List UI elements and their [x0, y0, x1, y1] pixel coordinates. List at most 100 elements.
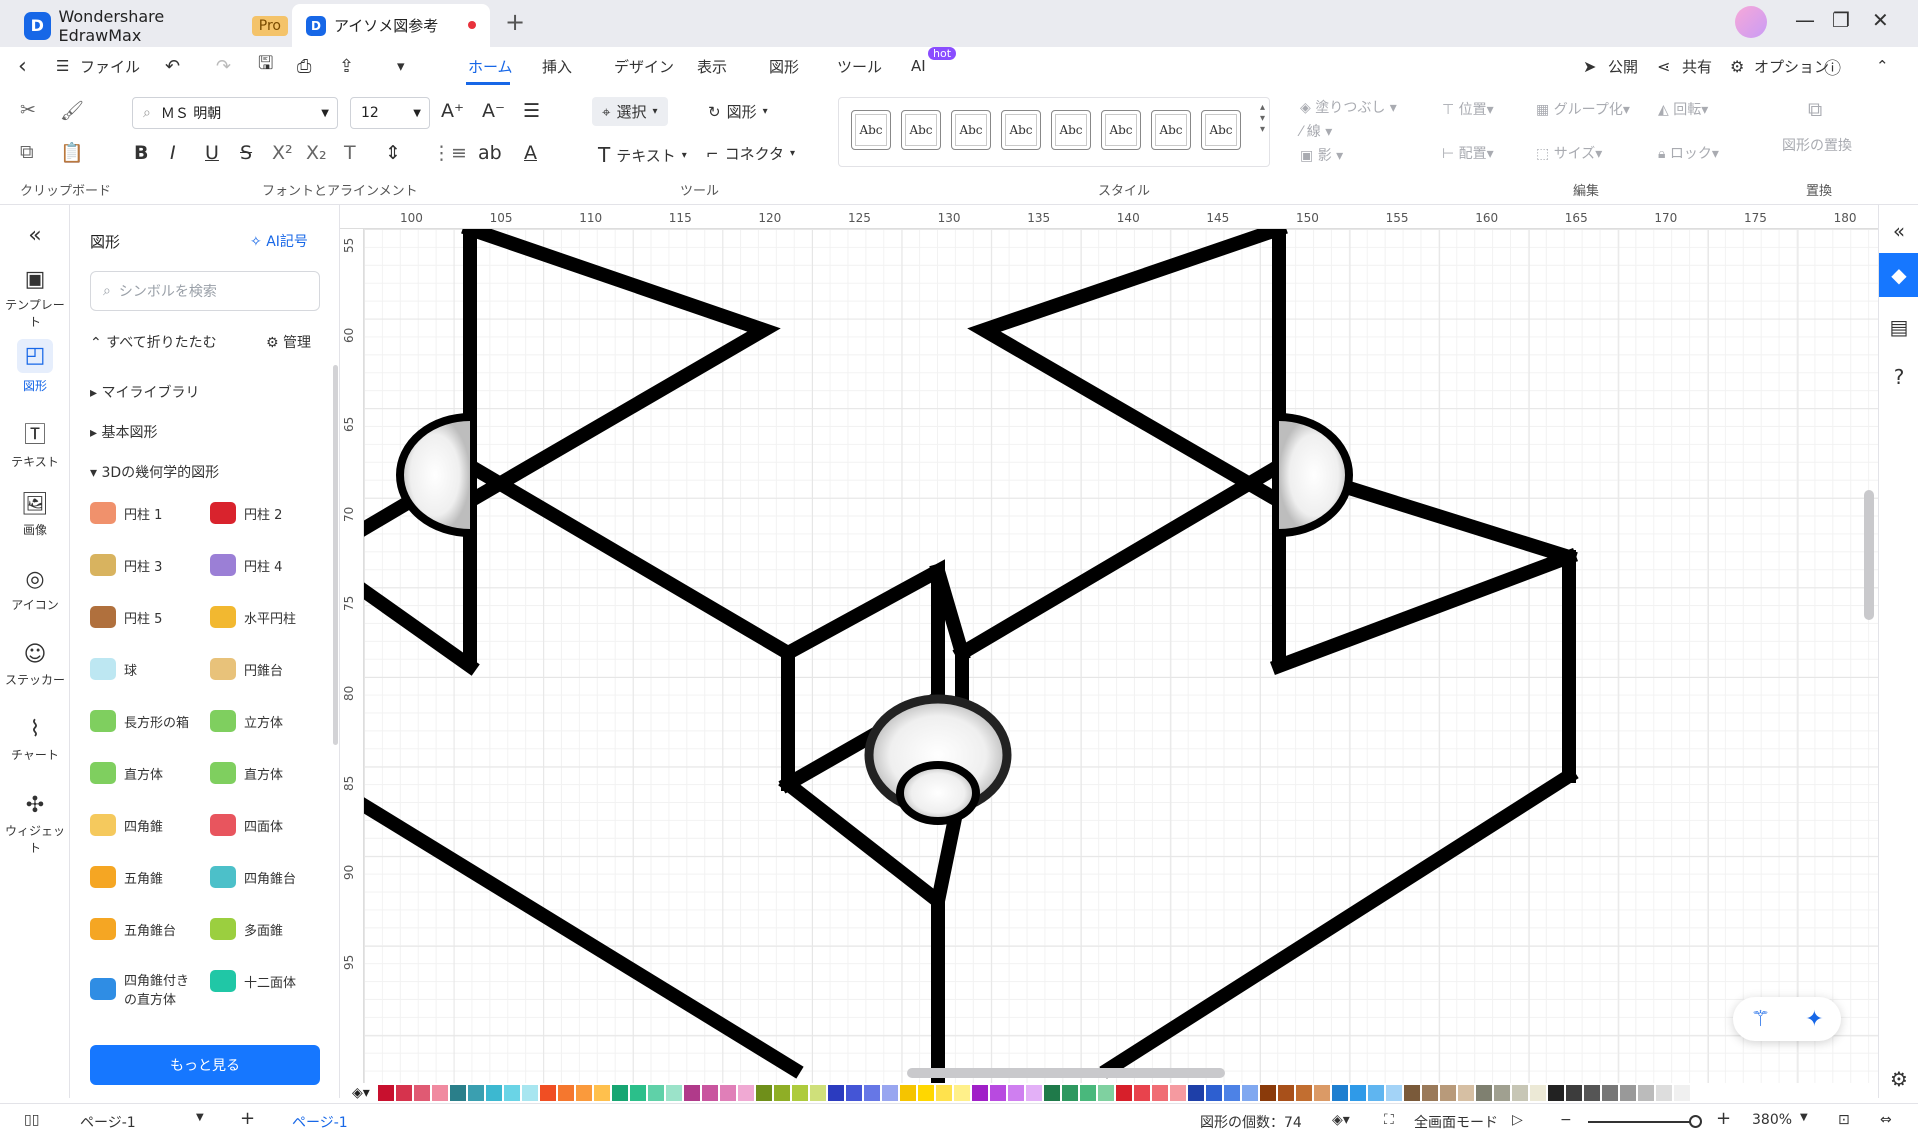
palette-swatch[interactable] [1421, 1085, 1438, 1101]
options-icon[interactable]: ⚙ [1730, 57, 1744, 76]
palette-swatch[interactable] [953, 1085, 970, 1101]
panel-scrollbar[interactable] [333, 365, 338, 745]
settings-icon[interactable]: ⚙ [1879, 1067, 1918, 1091]
zoom-in-icon[interactable]: + [1716, 1108, 1731, 1129]
palette-swatch[interactable] [683, 1085, 700, 1101]
help-panel-icon[interactable]: ? [1879, 365, 1918, 389]
shape-item[interactable]: 長方形の箱 [90, 710, 189, 732]
palette-swatch[interactable] [431, 1085, 448, 1101]
palette-swatch[interactable] [1223, 1085, 1240, 1101]
palette-swatch[interactable] [809, 1085, 826, 1101]
palette-swatch[interactable] [503, 1085, 520, 1101]
shape-item[interactable]: 球 [90, 658, 137, 680]
palette-swatch[interactable] [521, 1085, 538, 1101]
palette-swatch[interactable] [899, 1085, 916, 1101]
vertical-scrollbar[interactable] [1864, 490, 1874, 620]
shape-button[interactable]: ↻ 図形 ▾ [708, 101, 768, 122]
palette-swatch[interactable] [575, 1085, 592, 1101]
layers-icon[interactable]: ◈▾ [1332, 1112, 1350, 1128]
collapse-ribbon-icon[interactable]: ⌃ [1876, 57, 1889, 75]
palette-swatch[interactable] [665, 1085, 682, 1101]
palette-swatch[interactable] [395, 1085, 412, 1101]
palette-swatch[interactable] [557, 1085, 574, 1101]
share-icon[interactable]: ⋖ [1657, 57, 1670, 76]
document-tab[interactable]: D アイソメ図参考 [292, 4, 490, 47]
palette-swatch[interactable] [611, 1085, 628, 1101]
sidebar-item-text[interactable]: 🅃 テキスト [0, 417, 70, 470]
ai-sparkle-icon[interactable]: ✦ [1805, 1007, 1823, 1032]
font-color-icon[interactable]: A [524, 142, 537, 164]
page-tab[interactable]: ページ-1 [292, 1112, 348, 1132]
position-button[interactable]: ⊤ 位置▾ [1442, 99, 1494, 119]
sidebar-item-template[interactable]: ▣ テンプレート [0, 267, 70, 330]
palette-swatch[interactable] [917, 1085, 934, 1101]
palette-swatch[interactable] [539, 1085, 556, 1101]
palette-swatch[interactable] [1475, 1085, 1492, 1101]
add-page-icon[interactable]: + [240, 1108, 255, 1129]
shape-item[interactable]: 水平円柱 [210, 606, 296, 628]
italic-icon[interactable]: I [170, 142, 176, 164]
group-button[interactable]: ▦ グループ化▾ [1536, 99, 1630, 119]
increase-font-icon[interactable]: A⁺ [441, 100, 464, 122]
palette-swatch[interactable] [485, 1085, 502, 1101]
manage-button[interactable]: ⚙ 管理 [266, 332, 311, 352]
magic-wand-icon[interactable]: ⚚ [1750, 1007, 1770, 1032]
format-panel-icon[interactable]: ◆ [1879, 253, 1918, 297]
hamburger-icon[interactable]: ☰ [56, 57, 69, 75]
collapse-sidebar-icon[interactable]: « [0, 223, 70, 248]
sidebar-item-chart[interactable]: ⌇ チャート [0, 717, 70, 763]
tab-design[interactable]: デザイン [614, 56, 674, 77]
subscript-icon[interactable]: X₂ [306, 142, 327, 164]
zoom-out-icon[interactable]: − [1560, 1112, 1572, 1128]
palette-swatch[interactable] [1457, 1085, 1474, 1101]
palette-swatch[interactable] [863, 1085, 880, 1101]
bullet-list-icon[interactable]: ⋮≡ [432, 142, 467, 164]
palette-swatch[interactable] [1637, 1085, 1654, 1101]
style-preset-2[interactable]: Abc [901, 110, 941, 150]
shape-item[interactable]: 五角錐 [90, 866, 163, 888]
palette-swatch[interactable] [791, 1085, 808, 1101]
shape-item[interactable]: 円柱 5 [90, 606, 162, 628]
palette-swatch[interactable] [935, 1085, 952, 1101]
close-icon[interactable]: ✕ [1872, 8, 1889, 32]
font-name-select[interactable]: ⌕ ＭＳ 明朝 ▼ [132, 97, 338, 129]
palette-swatch[interactable] [989, 1085, 1006, 1101]
palette-swatch[interactable] [1403, 1085, 1420, 1101]
fullscreen-button[interactable]: 全画面モード [1414, 1112, 1498, 1132]
shape-item[interactable]: 多面錐 [210, 918, 283, 940]
shape-item[interactable]: 四角錐 [90, 814, 163, 836]
align-icon[interactable]: ☰ [523, 100, 540, 122]
chevron-down-icon[interactable]: ▼ [1800, 1112, 1808, 1123]
palette-swatch[interactable] [413, 1085, 430, 1101]
style-preset-3[interactable]: Abc [951, 110, 991, 150]
shape-item[interactable]: 直方体 [90, 762, 163, 784]
options-button[interactable]: オプション [1754, 56, 1829, 77]
minimize-icon[interactable]: — [1795, 8, 1815, 32]
palette-swatch[interactable] [467, 1085, 484, 1101]
palette-swatch[interactable] [1331, 1085, 1348, 1101]
shape-item[interactable]: 立方体 [210, 710, 283, 732]
horizontal-scrollbar[interactable] [907, 1068, 1225, 1078]
arrange-button[interactable]: ⊢ 配置▾ [1442, 143, 1494, 163]
new-tab-icon[interactable]: + [505, 8, 525, 36]
text-style-icon[interactable]: T [344, 142, 356, 164]
palette-swatch[interactable] [1619, 1085, 1636, 1101]
style-preset-7[interactable]: Abc [1151, 110, 1191, 150]
tab-ai[interactable]: AI [911, 57, 926, 75]
print-icon[interactable]: ⎙ [297, 56, 311, 77]
style-preset-1[interactable]: Abc [851, 110, 891, 150]
more-icon[interactable]: ▾ [397, 57, 405, 75]
undo-icon[interactable]: ↶ [165, 56, 180, 77]
palette-swatch[interactable] [737, 1085, 754, 1101]
shape-item[interactable]: 五角錐台 [90, 918, 176, 940]
redo-icon[interactable]: ↷ [216, 56, 231, 77]
text-case-icon[interactable]: ab [478, 142, 502, 164]
file-menu[interactable]: ファイル [80, 56, 140, 77]
palette-swatch[interactable] [1493, 1085, 1510, 1101]
palette-swatch[interactable] [1385, 1085, 1402, 1101]
palette-swatch[interactable] [881, 1085, 898, 1101]
expand-panel-icon[interactable]: « [1879, 219, 1918, 243]
symbol-search-input[interactable]: ⌕ シンボルを検索 [90, 271, 320, 311]
shape-item[interactable]: 十二面体 [210, 970, 296, 992]
shape-item[interactable]: 円錐台 [210, 658, 283, 680]
